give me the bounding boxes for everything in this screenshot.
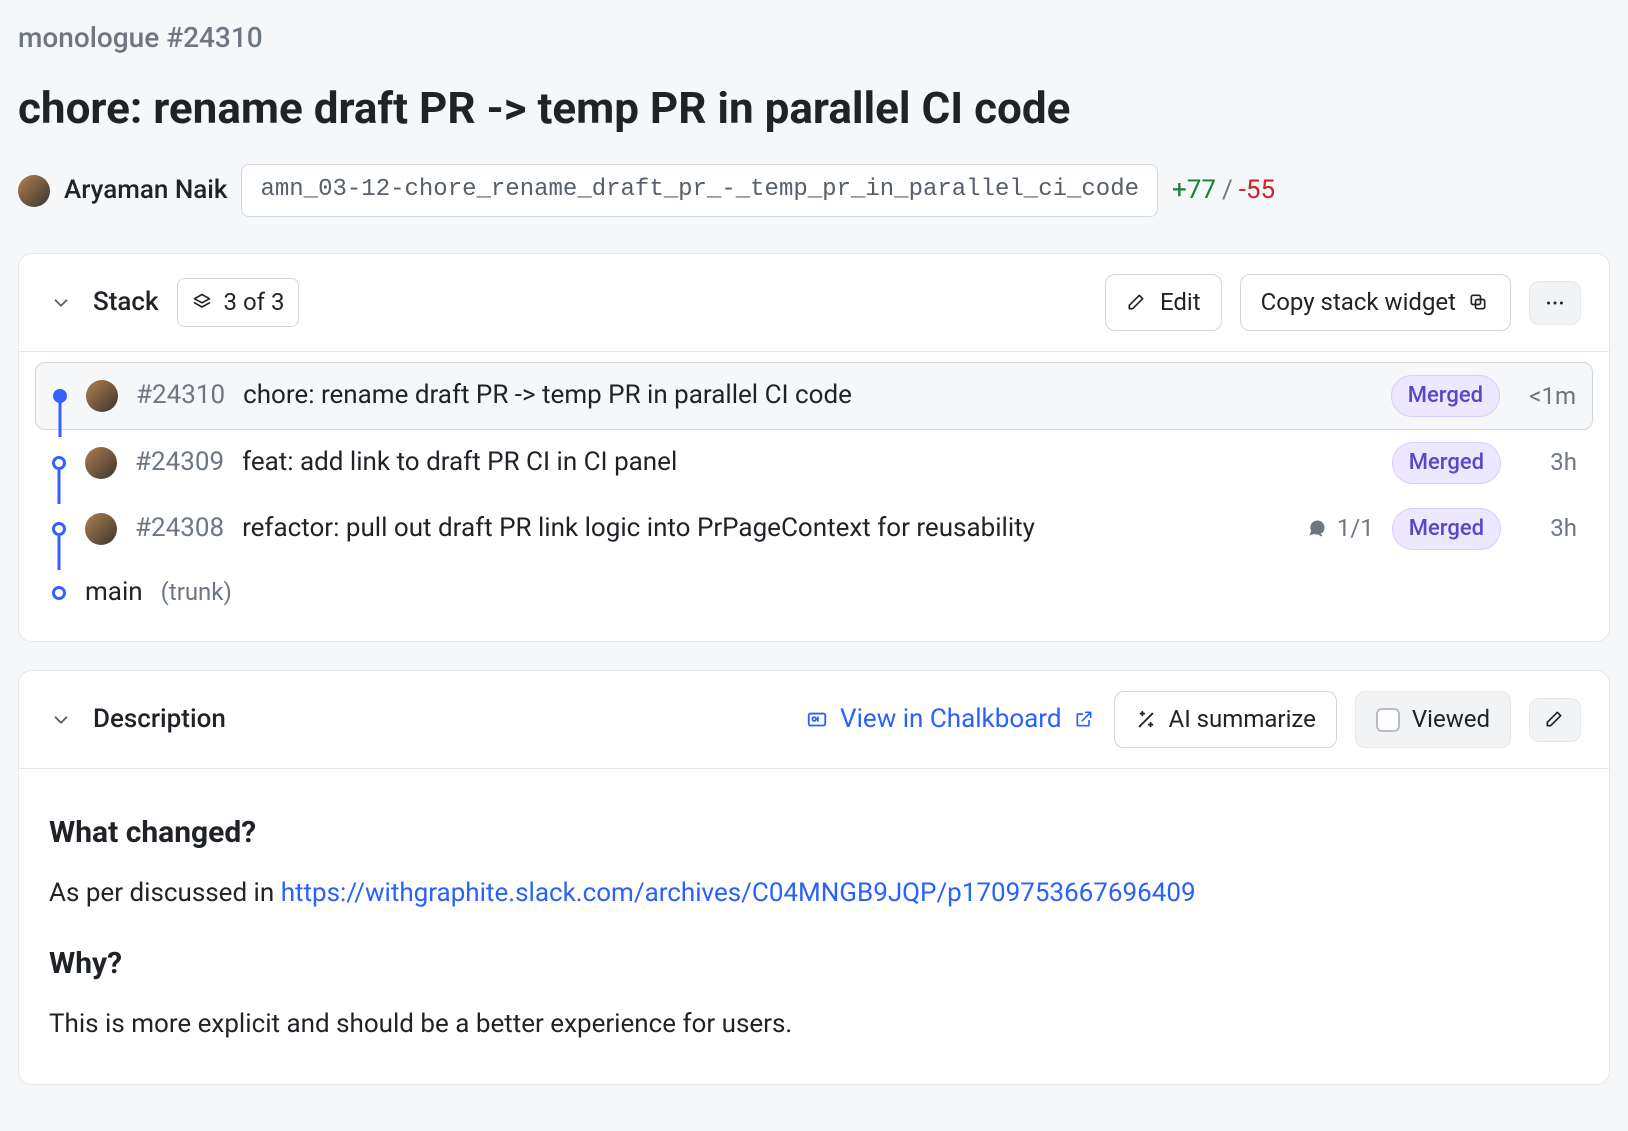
description-paragraph: As per discussed in https://withgraphite… [49,875,1579,913]
description-header: Description View in Chalkboard AI summar… [19,671,1609,769]
description-paragraph: This is more explicit and should be a be… [49,1006,1579,1044]
deletions-count: -55 [1239,172,1275,210]
chalkboard-label: View in Chalkboard [840,701,1061,739]
stack-row-id: #24310 [136,377,225,415]
stack-row-title: feat: add link to draft PR CI in CI pane… [242,444,677,482]
stack-row[interactable]: #24309 feat: add link to draft PR CI in … [35,430,1593,496]
author-avatar [85,513,117,545]
chalkboard-icon [806,709,828,731]
slack-link[interactable]: https://withgraphite.slack.com/archives/… [281,878,1196,908]
author-name[interactable]: Aryaman Naik [64,172,227,210]
ai-summarize-label: AI summarize [1169,702,1316,737]
meta-row: Aryaman Naik amn_03-12-chore_rename_draf… [18,164,1610,217]
author-avatar [86,380,118,412]
view-in-chalkboard-link[interactable]: View in Chalkboard [806,701,1095,739]
more-actions-button[interactable] [1529,281,1581,325]
edit-description-button[interactable] [1529,698,1581,742]
base-branch-note: (trunk) [161,575,232,610]
stack-count-chip[interactable]: 3 of 3 [177,278,300,327]
page-title: chore: rename draft PR -> temp PR in par… [18,77,1610,141]
stack-row-current[interactable]: #24310 chore: rename draft PR -> temp PR… [35,362,1593,430]
description-heading: What changed? [49,811,1579,855]
stack-row-time: 3h [1519,511,1577,546]
description-heading: Why? [49,942,1579,986]
status-badge: Merged [1391,375,1500,417]
ai-summarize-button[interactable]: AI summarize [1114,691,1337,748]
stack-row-title: chore: rename draft PR -> temp PR in par… [243,377,852,415]
stack-row-comments: 1/1 [1307,511,1374,546]
status-badge: Merged [1392,508,1501,550]
stack-row-time: 3h [1519,445,1577,480]
branch-chip[interactable]: amn_03-12-chore_rename_draft_pr_-_temp_p… [241,164,1158,217]
stack-row[interactable]: #24308 refactor: pull out draft PR link … [35,496,1593,562]
edit-label: Edit [1160,285,1201,320]
viewed-label: Viewed [1412,702,1490,737]
diff-separator: / [1222,172,1233,210]
copy-label: Copy stack widget [1261,285,1456,320]
description-label: Description [93,701,226,739]
chevron-down-icon[interactable] [47,706,75,734]
copy-icon [1468,292,1490,314]
pr-number: #24310 [166,21,262,54]
stack-row-title: refactor: pull out draft PR link logic i… [242,510,1035,548]
stack-row-time: <1m [1518,379,1576,414]
stack-row-base[interactable]: main (trunk) [35,562,1593,624]
sparkle-icon [1135,709,1157,731]
stack-body: #24310 chore: rename draft PR -> temp PR… [19,352,1609,641]
stack-count-label: 3 of 3 [224,285,285,320]
additions-count: +77 [1172,172,1216,210]
comment-icon [1307,518,1329,540]
author-avatar[interactable] [18,175,50,207]
diffstat: +77 / -55 [1172,172,1275,210]
ellipsis-icon [1544,292,1566,314]
viewed-toggle[interactable]: Viewed [1355,691,1511,748]
author-avatar [85,447,117,479]
pencil-icon [1544,709,1566,731]
stack-row-id: #24309 [135,444,224,482]
stack-header: Stack 3 of 3 Edit Copy stack widget [19,254,1609,352]
repo-name: monologue [18,21,159,54]
stack-label: Stack [93,284,159,322]
status-badge: Merged [1392,442,1501,484]
external-link-icon [1074,709,1096,731]
base-branch-name: main [85,574,143,612]
breadcrumb[interactable]: monologue #24310 [18,18,1610,59]
stack-card: Stack 3 of 3 Edit Copy stack widget [18,253,1610,642]
chevron-down-icon[interactable] [47,289,75,317]
description-card: Description View in Chalkboard AI summar… [18,670,1610,1084]
copy-stack-widget-button[interactable]: Copy stack widget [1240,274,1511,331]
viewed-checkbox[interactable] [1376,708,1400,732]
pencil-icon [1126,292,1148,314]
stack-row-id: #24308 [135,510,224,548]
description-body: What changed? As per discussed in https:… [19,769,1609,1083]
edit-stack-button[interactable]: Edit [1105,274,1222,331]
layers-icon [192,292,214,314]
